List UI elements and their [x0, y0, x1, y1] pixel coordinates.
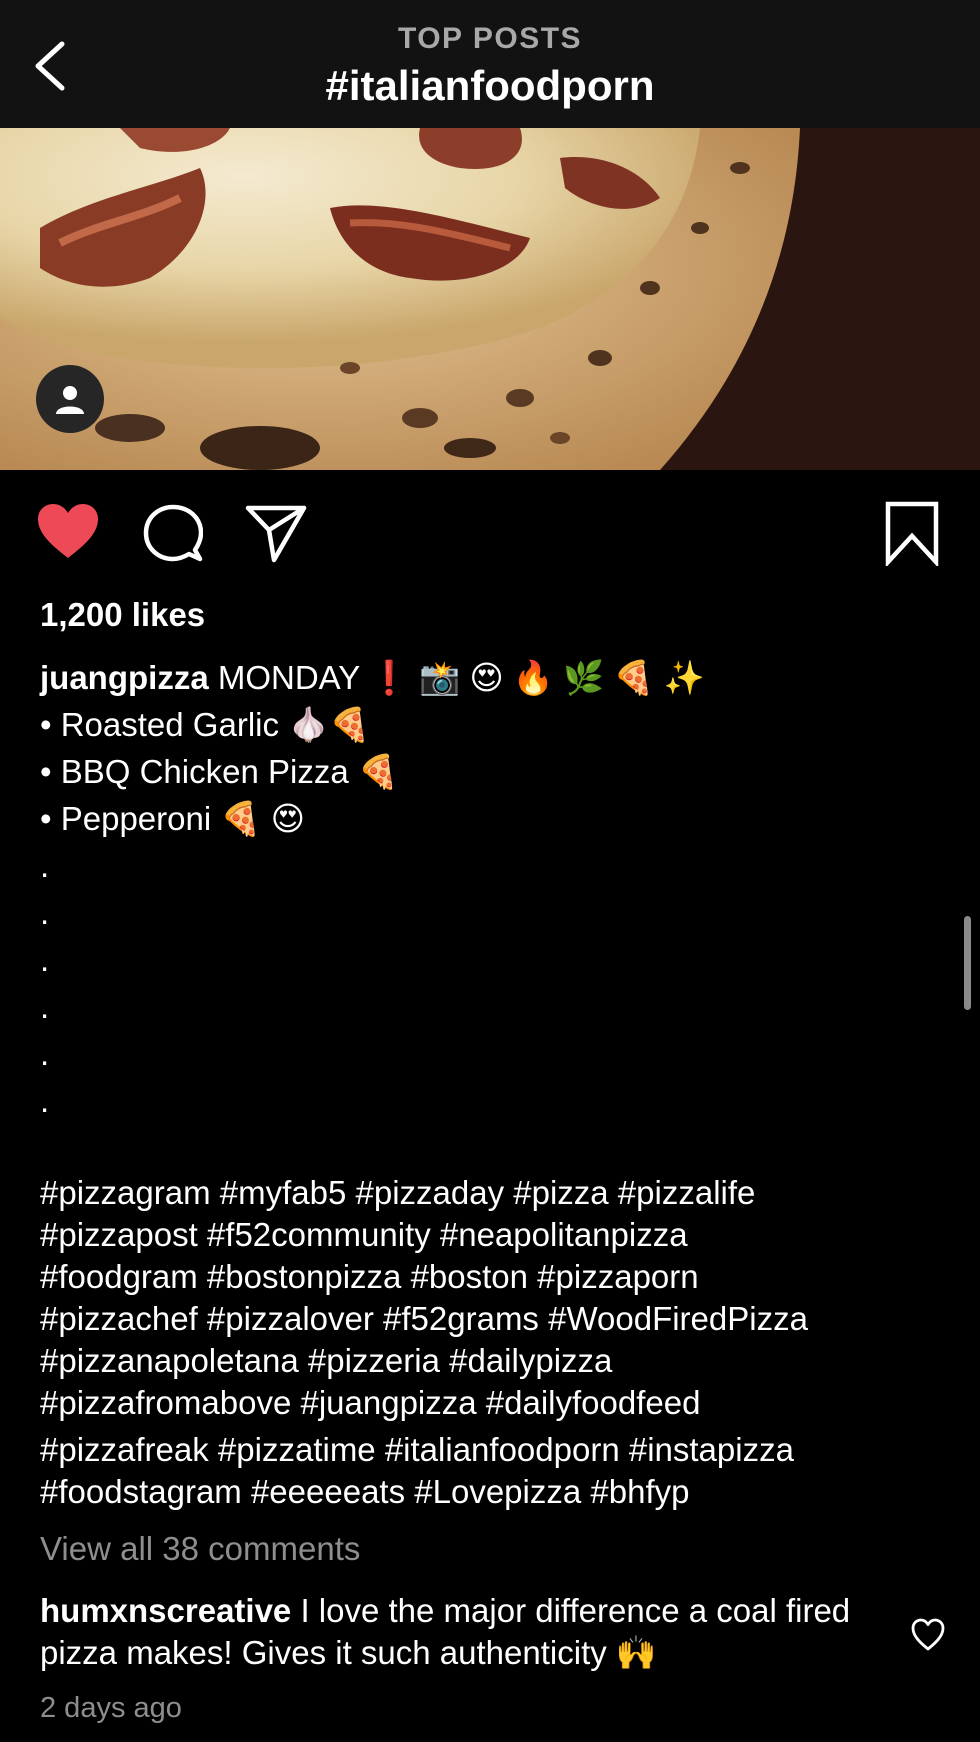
caption-dot: .	[40, 894, 50, 931]
post-caption: juangpizza MONDAY ❗️ 📸 😍 🔥 🌿 🍕 ✨ • Roast…	[40, 654, 940, 1124]
caption-hashtags: #pizzagram #myfab5 #pizzaday #pizza #piz…	[40, 1172, 970, 1513]
comment-bubble-icon	[143, 504, 204, 562]
like-button[interactable]	[36, 502, 100, 560]
caption-text: MONDAY ❗️ 📸 😍 🔥 🌿 🍕 ✨	[217, 659, 705, 696]
caption-bullet: • Roasted Garlic 🧄🍕	[40, 706, 371, 743]
caption-bullet: • Pepperoni 🍕 😍	[40, 800, 305, 837]
user-icon	[56, 386, 84, 414]
caption-dot: .	[40, 1082, 50, 1119]
heart-icon	[38, 504, 98, 558]
bookmark-icon	[885, 501, 939, 568]
page-title: #italianfoodporn	[325, 62, 655, 109]
post-timestamp: 2 days ago	[40, 1692, 182, 1724]
comment-button[interactable]	[143, 503, 204, 563]
top-bar: TOP POSTS #italianfoodporn	[0, 0, 980, 128]
hashtag-line[interactable]: #pizzagram #myfab5 #pizzaday #pizza #piz…	[40, 1172, 970, 1214]
share-button[interactable]	[244, 502, 308, 564]
comment-username[interactable]: humxnscreative	[40, 1592, 291, 1629]
comment: humxnscreative I love the major differen…	[40, 1590, 900, 1674]
save-button[interactable]	[884, 500, 940, 568]
caption-username[interactable]: juangpizza	[40, 659, 209, 696]
heart-outline-icon	[911, 1618, 945, 1651]
caption-bullet: • BBQ Chicken Pizza 🍕	[40, 753, 399, 790]
hashtag-line[interactable]: #pizzachef #pizzalover #f52grams #WoodFi…	[40, 1298, 970, 1340]
hashtag-line[interactable]: #pizzafreak #pizzatime #italianfoodporn …	[40, 1429, 970, 1471]
hashtag-line[interactable]: #foodgram #bostonpizza #boston #pizzapor…	[40, 1256, 970, 1298]
action-bar	[0, 470, 980, 580]
hashtag-line[interactable]: #pizzapost #f52community #neapolitanpizz…	[40, 1214, 970, 1256]
hashtag-line[interactable]: #pizzanapoletana #pizzeria #dailypizza	[40, 1340, 970, 1382]
caption-dot: .	[40, 847, 50, 884]
paper-plane-icon	[245, 505, 307, 563]
likes-count[interactable]: 1,200 likes	[40, 596, 205, 634]
comment-like-button[interactable]	[910, 1618, 946, 1652]
header-subtitle: TOP POSTS	[397, 22, 583, 55]
tagged-user-button[interactable]	[36, 365, 104, 433]
pizza-photo	[0, 128, 980, 470]
view-all-comments-link[interactable]: View all 38 comments	[40, 1530, 360, 1568]
hashtag-line[interactable]: #pizzafromabove #juangpizza #dailyfoodfe…	[40, 1382, 970, 1424]
caption-dot: .	[40, 988, 50, 1025]
caption-dot: .	[40, 941, 50, 978]
caption-first-line: juangpizza MONDAY ❗️ 📸 😍 🔥 🌿 🍕 ✨	[40, 654, 940, 701]
caption-dot: .	[40, 1035, 50, 1072]
scrollbar[interactable]	[964, 916, 971, 1010]
hashtag-line[interactable]: #foodstagram #eeeeeats #Lovepizza #bhfyp	[40, 1471, 970, 1513]
post-image[interactable]	[0, 128, 980, 470]
